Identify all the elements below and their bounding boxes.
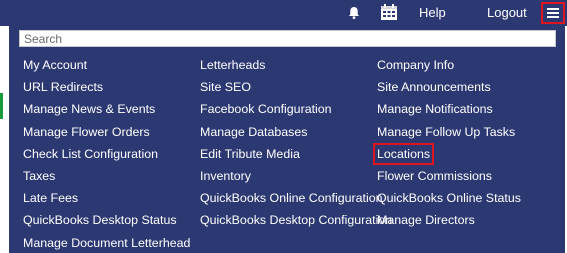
menu-item-url-redirects[interactable]: URL Redirects: [23, 76, 190, 98]
menu-item-site-seo[interactable]: Site SEO: [200, 76, 392, 98]
logout-link[interactable]: Logout: [487, 0, 527, 26]
menu-item-late-fees[interactable]: Late Fees: [23, 187, 190, 209]
menu-item-company-info[interactable]: Company Info: [377, 54, 521, 76]
menu-item-manage-follow-up-tasks[interactable]: Manage Follow Up Tasks: [377, 121, 521, 143]
page-background-edge: [0, 26, 9, 253]
menu-item-quickbooks-desktop-configuration[interactable]: QuickBooks Desktop Configuration: [200, 209, 392, 231]
menu-item-quickbooks-desktop-status[interactable]: QuickBooks Desktop Status: [23, 209, 190, 231]
menu-item-manage-news-events[interactable]: Manage News & Events: [23, 98, 190, 120]
menu-item-manage-document-letterhead[interactable]: Manage Document Letterhead: [23, 232, 190, 253]
menu-item-check-list-configuration[interactable]: Check List Configuration: [23, 143, 190, 165]
menu-item-taxes[interactable]: Taxes: [23, 165, 190, 187]
menu-column-2: Letterheads Site SEO Facebook Configurat…: [200, 54, 392, 232]
search-input[interactable]: [19, 30, 556, 47]
menu-item-locations[interactable]: Locations: [373, 142, 435, 165]
page-accent-mark: [0, 93, 3, 119]
bell-icon[interactable]: [347, 0, 363, 26]
dropdown-menu-panel: My Account URL Redirects Manage News & E…: [9, 26, 565, 253]
menu-item-edit-tribute-media[interactable]: Edit Tribute Media: [200, 143, 392, 165]
menu-item-quickbooks-online-configuration[interactable]: QuickBooks Online Configuration: [200, 187, 392, 209]
menu-item-manage-databases[interactable]: Manage Databases: [200, 121, 392, 143]
help-link[interactable]: Help: [419, 0, 447, 26]
menu-item-manage-flower-orders[interactable]: Manage Flower Orders: [23, 121, 190, 143]
menu-item-inventory[interactable]: Inventory: [200, 165, 392, 187]
menu-item-letterheads[interactable]: Letterheads: [200, 54, 392, 76]
menu-item-manage-directors[interactable]: Manage Directors: [377, 209, 521, 231]
menu-column-3: Company Info Site Announcements Manage N…: [373, 54, 521, 231]
menu-item-my-account[interactable]: My Account: [23, 54, 190, 76]
top-nav-bar: Help Logout: [0, 0, 567, 26]
menu-item-manage-notifications[interactable]: Manage Notifications: [377, 98, 521, 120]
menu-item-site-announcements[interactable]: Site Announcements: [377, 76, 521, 98]
calendar-icon[interactable]: [380, 0, 400, 26]
menu-item-facebook-configuration[interactable]: Facebook Configuration: [200, 98, 392, 120]
hamburger-menu-icon[interactable]: [541, 2, 565, 24]
menu-item-flower-commissions[interactable]: Flower Commissions: [377, 165, 521, 187]
menu-column-1: My Account URL Redirects Manage News & E…: [23, 54, 190, 253]
screen: Help Logout My Account URL Redirects Man…: [0, 0, 567, 253]
menu-item-quickbooks-online-status[interactable]: QuickBooks Online Status: [377, 187, 521, 209]
